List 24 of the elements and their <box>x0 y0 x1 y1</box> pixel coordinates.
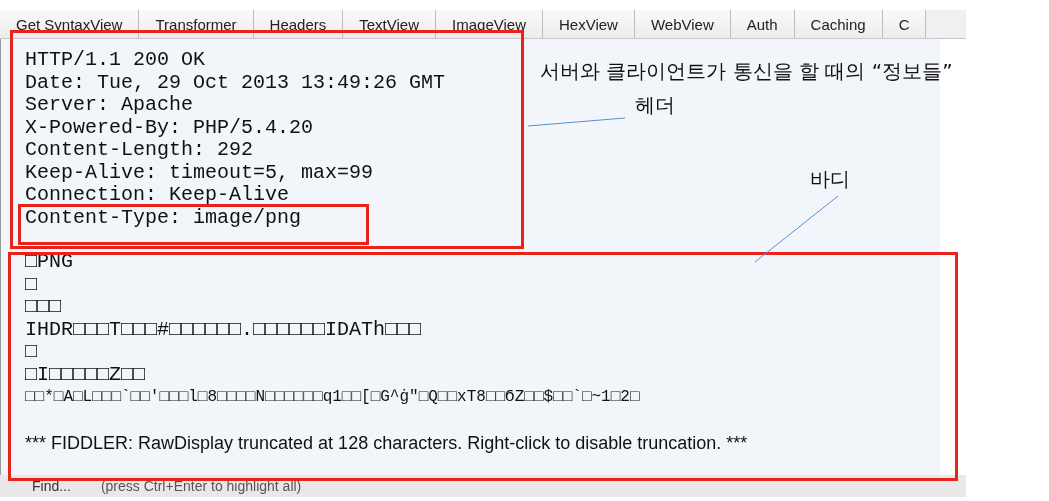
find-label: Find... <box>32 478 71 494</box>
body-line: □□□ <box>25 296 61 319</box>
body-line: IHDR□□□T□□□#□□□□□□.□□□□□□IDATh□□□ <box>25 318 422 341</box>
body-line: □ <box>25 341 37 364</box>
tab[interactable]: WebView <box>634 10 731 38</box>
tab[interactable]: Auth <box>730 10 795 38</box>
header-line: HTTP/1.1 200 OK <box>25 49 206 72</box>
tab[interactable]: HexView <box>543 10 635 38</box>
header-line: X-Powered-By: PHP/5.4.20 <box>25 116 314 139</box>
header-line: Content-Length: 292 <box>25 139 254 162</box>
tab[interactable]: C <box>882 10 927 38</box>
header-line: Keep-Alive: timeout=5, max=99 <box>25 161 374 184</box>
header-line: Date: Tue, 29 Oct 2013 13:49:26 GMT <box>25 71 446 94</box>
annotation-label: 바디 <box>810 166 850 193</box>
header-line: Content-Type: image/png <box>25 206 302 229</box>
body-line: □ <box>25 273 37 296</box>
body-line: □I□□□□□Z□□ <box>25 363 146 386</box>
annotation-label: 헤더 <box>635 92 675 119</box>
annotation-label: 서버와 클라이언트가 통신을 할 때의 “정보들” <box>540 58 953 85</box>
tab[interactable]: Caching <box>794 10 883 38</box>
header-line: Server: Apache <box>25 94 194 117</box>
header-line: Connection: Keep-Alive <box>25 184 290 207</box>
body-line: □□*□A□L□□□`□□'□□□l□8□□□□N□□□□□□q1□□[□G^ġ"□Q□□xT8□□ϬZ□□$□□`□~1□2□ <box>25 387 640 408</box>
truncation-notice: *** FIDDLER: RawDisplay truncated at 128 characters. Right-click to disable truncation. *** <box>25 432 748 454</box>
